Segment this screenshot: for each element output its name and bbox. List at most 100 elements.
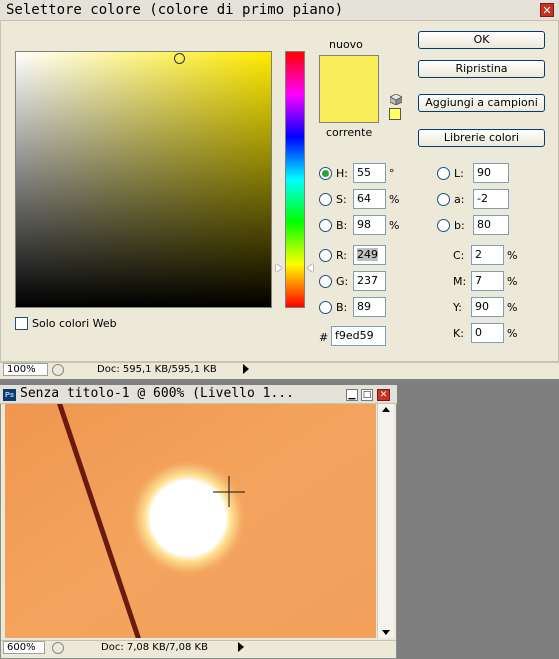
yellow-field[interactable]: 90 (471, 297, 504, 317)
web-safe-color-swatch[interactable] (389, 108, 401, 120)
lab-l-field[interactable]: 90 (473, 163, 509, 183)
yellow-unit: % (507, 301, 518, 314)
web-safe-cube-icon[interactable] (390, 94, 402, 105)
magenta-label: M: (453, 275, 467, 288)
close-icon: ✕ (542, 4, 552, 17)
blue-label: B: (336, 301, 348, 314)
hex-field[interactable]: f9ed59 (331, 326, 386, 346)
black-value: 0 (475, 326, 482, 339)
minimize-icon: ▁ (348, 390, 356, 400)
current-color-swatch[interactable] (319, 93, 379, 123)
saturation-unit: % (389, 193, 400, 206)
lab-a-field[interactable]: -2 (473, 189, 509, 209)
lab-b-value: 80 (477, 218, 491, 231)
yellow-value: 90 (475, 300, 489, 313)
hue-field[interactable]: 55 (353, 163, 386, 183)
red-field[interactable]: 249 (353, 245, 386, 265)
new-color-swatch (319, 55, 379, 93)
status-menu-icon[interactable] (52, 364, 64, 376)
yellow-label: Y: (453, 301, 462, 314)
hue-slider[interactable] (285, 51, 305, 308)
saturation-label: S: (336, 193, 347, 206)
red-label: R: (336, 249, 348, 262)
scroll-down-icon[interactable] (382, 630, 390, 635)
brightness-label: B: (336, 219, 348, 232)
blue-field[interactable]: 89 (353, 297, 386, 317)
radio-lab-a[interactable] (437, 193, 450, 206)
document-title: Senza titolo-1 @ 600% (Livello 1... (20, 386, 294, 401)
black-unit: % (507, 327, 518, 340)
radio-brightness[interactable] (319, 219, 332, 232)
hex-value: f9ed59 (335, 329, 374, 342)
magenta-value: 7 (475, 274, 482, 287)
brightness-unit: % (389, 219, 400, 232)
brightness-field[interactable]: 98 (353, 215, 386, 235)
lab-b-field[interactable]: 80 (473, 215, 509, 235)
photoshop-icon: Ps (3, 389, 16, 401)
web-only-label: Solo colori Web (32, 317, 117, 330)
sun-shape (128, 458, 248, 578)
magenta-unit: % (507, 275, 518, 288)
document-doc-size: Doc: 7,08 KB/7,08 KB (101, 642, 208, 653)
saturation-value: 64 (357, 192, 371, 205)
green-value: 237 (357, 274, 378, 287)
maximize-button[interactable]: □ (361, 389, 373, 401)
new-color-label: nuovo (329, 38, 363, 51)
black-field[interactable]: 0 (471, 323, 504, 343)
green-label: G: (336, 275, 349, 288)
magenta-field[interactable]: 7 (471, 271, 504, 291)
cyan-value: 2 (475, 248, 482, 261)
cyan-label: C: (453, 249, 465, 262)
hue-unit: ° (389, 167, 395, 180)
document-canvas[interactable] (5, 404, 376, 638)
saturation-brightness-field[interactable] (15, 51, 272, 308)
radio-red[interactable] (319, 249, 332, 262)
document-zoom-field[interactable]: 600% (3, 641, 45, 654)
status-arrow-icon[interactable] (243, 364, 249, 374)
color-libraries-button[interactable]: Librerie colori (418, 129, 545, 147)
green-field[interactable]: 237 (353, 271, 386, 291)
ok-button[interactable]: OK (418, 31, 545, 49)
cyan-field[interactable]: 2 (471, 245, 504, 265)
doc-status-menu-icon[interactable] (52, 642, 64, 654)
picker-doc-size: Doc: 595,1 KB/595,1 KB (97, 364, 217, 375)
black-label: K: (453, 327, 464, 340)
radio-saturation[interactable] (319, 193, 332, 206)
saturation-field[interactable]: 64 (353, 189, 386, 209)
picker-zoom-field[interactable]: 100% (3, 363, 48, 376)
hue-label: H: (336, 167, 348, 180)
maximize-icon: □ (362, 390, 372, 400)
scroll-up-icon[interactable] (382, 407, 390, 412)
radio-hue[interactable] (319, 167, 332, 180)
lab-l-value: 90 (477, 166, 491, 179)
close-icon: ✕ (379, 390, 388, 400)
minimize-button[interactable]: ▁ (346, 389, 358, 401)
radio-lab-b[interactable] (437, 219, 450, 232)
radio-lightness[interactable] (437, 167, 450, 180)
reset-button[interactable]: Ripristina (418, 60, 545, 78)
brightness-value: 98 (357, 218, 371, 231)
cyan-unit: % (507, 249, 518, 262)
hex-label: # (319, 331, 329, 344)
add-to-swatches-button[interactable]: Aggiungi a campioni (418, 94, 545, 112)
lab-a-label: a: (454, 193, 465, 206)
lab-b-label: b: (454, 219, 465, 232)
color-marker-circle[interactable] (174, 53, 185, 64)
picker-title: Selettore colore (colore di primo piano) (6, 2, 344, 18)
current-color-label: corrente (326, 126, 373, 139)
vertical-scrollbar[interactable] (377, 404, 394, 638)
hue-value: 55 (357, 166, 371, 179)
red-value: 249 (357, 248, 378, 261)
close-button[interactable]: ✕ (540, 3, 554, 17)
hue-slider-handle-right-icon[interactable] (307, 264, 313, 272)
radio-blue[interactable] (319, 301, 332, 314)
lab-a-value: -2 (477, 192, 488, 205)
picker-status-bar (0, 362, 559, 379)
blue-value: 89 (357, 300, 371, 313)
document-close-button[interactable]: ✕ (377, 389, 390, 401)
doc-status-arrow-icon[interactable] (238, 642, 244, 652)
canvas-image (5, 404, 376, 638)
web-only-checkbox[interactable] (15, 317, 28, 330)
radio-green[interactable] (319, 275, 332, 288)
hue-slider-handle-left-icon[interactable] (276, 264, 282, 272)
